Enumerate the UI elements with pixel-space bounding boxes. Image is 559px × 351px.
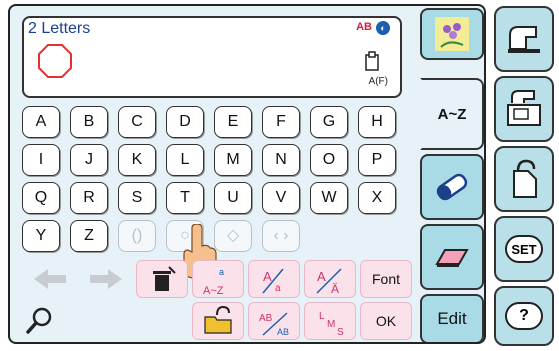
svg-text:a: a	[219, 267, 224, 277]
letter-size-icon: A a	[262, 268, 284, 294]
ok-button-label: OK	[375, 313, 397, 329]
zoom-button[interactable]	[20, 302, 60, 340]
svg-text:S: S	[337, 327, 344, 338]
ok-button[interactable]: OK	[360, 302, 412, 340]
key-w[interactable]: W	[310, 182, 348, 214]
key-e[interactable]: E	[214, 106, 252, 138]
key-n[interactable]: N	[262, 144, 300, 176]
mode-ab-label: AB	[356, 21, 372, 33]
octagon-preview-icon	[38, 44, 72, 78]
font-button-label: Font	[371, 271, 400, 287]
key-b[interactable]: B	[70, 106, 108, 138]
sewing-mode-icon: ◐	[376, 21, 390, 35]
svg-text:AB: AB	[259, 313, 273, 324]
key-angle-disabled: ‹ ›	[262, 220, 300, 252]
settings-button-label: SET	[511, 241, 537, 257]
size-change-button[interactable]: A a	[248, 260, 300, 298]
accent-letter-icon: A Ä	[316, 268, 342, 296]
letter-spacing-icon: L M S	[319, 311, 344, 338]
display-title: 2 Letters	[28, 20, 91, 37]
svg-text:M: M	[327, 319, 335, 330]
help-badge: ?	[505, 302, 543, 330]
key-u[interactable]: U	[214, 182, 252, 214]
text-preview-display: 2 Letters AB ◐ A(F)	[22, 16, 402, 98]
pink-eraser-icon	[435, 249, 469, 267]
file-manager-button[interactable]	[494, 146, 554, 212]
arrow-right-icon	[90, 269, 122, 289]
tab-edit[interactable]: Edit	[420, 294, 484, 342]
open-file-button[interactable]	[192, 302, 244, 340]
key-i[interactable]: I	[22, 144, 60, 176]
help-button-label: ?	[519, 307, 529, 324]
key-a[interactable]: A	[22, 106, 60, 138]
tab-eraser[interactable]	[420, 154, 484, 220]
az-sort-icon: A~Z a	[203, 267, 224, 297]
sewing-mode-button[interactable]	[494, 6, 554, 72]
tab-edit-label: Edit	[437, 309, 467, 328]
key-t[interactable]: T	[166, 182, 204, 214]
key-j[interactable]: J	[70, 144, 108, 176]
embroidery-screen: 2 Letters AB ◐ A(F) A B C D E F G H I J …	[8, 4, 486, 344]
key-k[interactable]: K	[118, 144, 156, 176]
key-x[interactable]: X	[358, 182, 396, 214]
delete-button[interactable]	[136, 260, 188, 298]
case-change-button[interactable]: A~Z a	[192, 260, 244, 298]
sewing-machine-icon	[508, 26, 540, 53]
accent-button[interactable]: A Ä	[304, 260, 356, 298]
font-button[interactable]: Font	[360, 260, 412, 298]
key-c[interactable]: C	[118, 106, 156, 138]
tab-stitch-edit[interactable]	[420, 224, 484, 290]
machine-sidebar: SET ?	[490, 0, 556, 351]
key-q[interactable]: Q	[22, 182, 60, 214]
key-z[interactable]: Z	[70, 220, 108, 252]
svg-text:AB: AB	[277, 327, 289, 337]
tab-letters-label: A~Z	[437, 105, 467, 123]
key-f[interactable]: F	[262, 106, 300, 138]
spacing-button[interactable]: L M S	[304, 302, 356, 340]
arrangement-button[interactable]: AB AB	[248, 302, 300, 340]
eraser-icon	[436, 173, 468, 201]
cursor-right-button[interactable]	[80, 260, 132, 298]
key-round-bracket-disabled: ()	[118, 220, 156, 252]
key-d[interactable]: D	[166, 106, 204, 138]
font-indicator-label: A(F)	[368, 76, 388, 87]
key-y[interactable]: Y	[22, 220, 60, 252]
key-g[interactable]: G	[310, 106, 348, 138]
svg-text:Ä: Ä	[331, 282, 339, 296]
magnifier-icon	[26, 307, 52, 334]
flower-pattern-icon	[435, 17, 469, 51]
cursor-left-button[interactable]	[24, 260, 76, 298]
hoop-clip-icon	[365, 51, 379, 71]
tab-pattern[interactable]	[420, 8, 484, 60]
key-h[interactable]: H	[358, 106, 396, 138]
help-button[interactable]: ?	[494, 286, 554, 346]
key-o[interactable]: O	[310, 144, 348, 176]
trash-icon	[153, 266, 176, 291]
arrow-left-icon	[34, 269, 66, 289]
folder-open-icon	[204, 305, 232, 334]
key-m[interactable]: M	[214, 144, 252, 176]
key-l[interactable]: L	[166, 144, 204, 176]
text-arrange-icon: AB AB	[259, 312, 289, 337]
settings-button[interactable]: SET	[494, 216, 554, 282]
svg-text:A: A	[263, 269, 272, 284]
key-r[interactable]: R	[70, 182, 108, 214]
tab-letters[interactable]: A~Z	[420, 78, 484, 150]
key-p[interactable]: P	[358, 144, 396, 176]
embroidery-mode-button[interactable]	[494, 76, 554, 142]
svg-text:A~Z: A~Z	[203, 285, 224, 297]
key-s[interactable]: S	[118, 182, 156, 214]
svg-text:L: L	[319, 311, 325, 322]
category-tabs: A~Z Edit	[420, 6, 484, 342]
svg-text:a: a	[275, 283, 281, 294]
locked-file-icon	[513, 159, 537, 198]
embroidery-machine-icon	[507, 90, 541, 126]
set-badge: SET	[505, 235, 543, 263]
key-v[interactable]: V	[262, 182, 300, 214]
svg-text:A: A	[317, 269, 326, 284]
